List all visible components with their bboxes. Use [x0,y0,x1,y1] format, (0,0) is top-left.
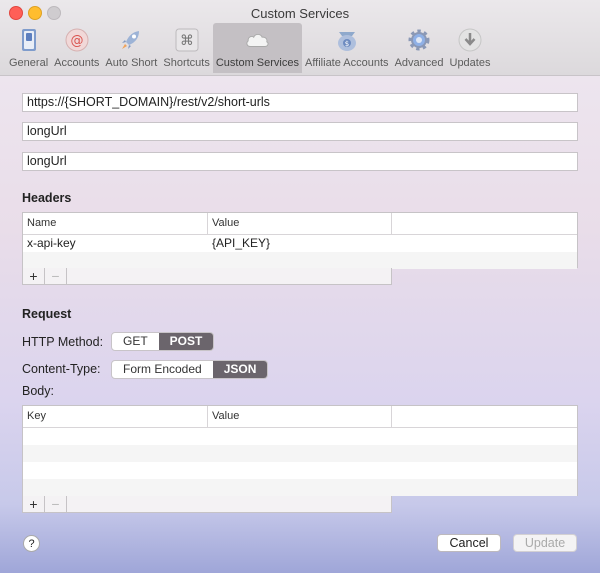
cloud-icon [244,27,270,53]
money-bag-icon: $ [334,27,360,53]
tab-label: Auto Short [105,57,158,69]
body-table-footer: + − [22,496,392,513]
window-title: Custom Services [250,6,350,21]
column-name[interactable]: Name [23,213,208,234]
preferences-tabs: General @ Accounts Auto Short ⌘ Shortcut… [6,23,493,73]
tab-advanced[interactable]: Advanced [392,23,447,73]
switch-icon [16,27,42,53]
tab-updates[interactable]: Updates [447,23,494,73]
remove-header-button[interactable]: − [45,268,67,284]
download-icon [457,27,483,53]
tab-auto-short[interactable]: Auto Short [102,23,160,73]
rocket-icon [118,27,144,53]
tab-label: Affiliate Accounts [304,57,389,69]
table-row[interactable]: x-api-key {API_KEY} [23,235,577,252]
body-table-header: Key Value [23,406,577,428]
request-heading: Request [22,307,72,321]
tab-general[interactable]: General [6,23,51,73]
http-method-post[interactable]: POST [158,333,214,350]
content-type-form-encoded[interactable]: Form Encoded [112,361,213,378]
window-toolbar: Custom Services General @ Accounts Auto … [0,0,600,76]
tab-label: Updates [449,57,491,69]
headers-table-footer: + − [22,268,392,285]
svg-text:@: @ [70,34,83,49]
table-row[interactable] [23,428,577,445]
table-row[interactable] [23,445,577,462]
at-icon: @ [64,27,90,53]
body-table[interactable]: Key Value [22,405,578,496]
remove-body-row-button[interactable]: − [45,496,67,512]
headers-table-header: Name Value [23,213,577,235]
tab-label: Accounts [54,57,100,69]
command-icon: ⌘ [174,27,200,53]
column-key[interactable]: Key [23,406,208,427]
http-method-label: HTTP Method: [22,335,104,349]
svg-text:⌘: ⌘ [180,33,194,49]
tab-accounts[interactable]: @ Accounts [51,23,102,73]
table-row[interactable] [23,252,577,269]
content-type-label: Content-Type: [22,362,101,376]
table-row[interactable] [23,479,577,496]
headers-heading: Headers [22,191,72,205]
tab-shortcuts[interactable]: ⌘ Shortcuts [160,23,212,73]
content-type-json[interactable]: JSON [212,361,268,378]
body-label: Body: [22,384,54,398]
url-field[interactable]: https://{SHORT_DOMAIN}/rest/v2/short-url… [22,93,578,112]
http-method-segmented[interactable]: GET POST [111,332,215,351]
tab-label: Advanced [394,57,444,69]
update-button[interactable]: Update [513,534,577,552]
content-type-segmented[interactable]: Form Encoded JSON [111,360,269,379]
tab-label: General [9,57,49,69]
cancel-button[interactable]: Cancel [437,534,501,552]
tab-label: Custom Services [215,57,299,69]
long-url-field[interactable]: longUrl [22,122,578,141]
column-value[interactable]: Value [208,406,392,427]
table-row[interactable] [23,462,577,479]
header-name-cell[interactable]: x-api-key [23,235,208,252]
gear-icon [406,27,432,53]
http-method-get[interactable]: GET [112,333,159,350]
add-header-button[interactable]: + [23,268,45,284]
tab-affiliate-accounts[interactable]: $ Affiliate Accounts [302,23,392,73]
header-value-cell[interactable]: {API_KEY} [208,235,392,252]
svg-text:$: $ [345,40,349,48]
response-key-field[interactable]: longUrl [22,152,578,171]
column-value[interactable]: Value [208,213,392,234]
headers-table[interactable]: Name Value x-api-key {API_KEY} [22,212,578,269]
add-body-row-button[interactable]: + [23,496,45,512]
tab-label: Shortcuts [163,57,210,69]
help-button[interactable]: ? [23,535,40,552]
tab-custom-services[interactable]: Custom Services [212,23,302,73]
